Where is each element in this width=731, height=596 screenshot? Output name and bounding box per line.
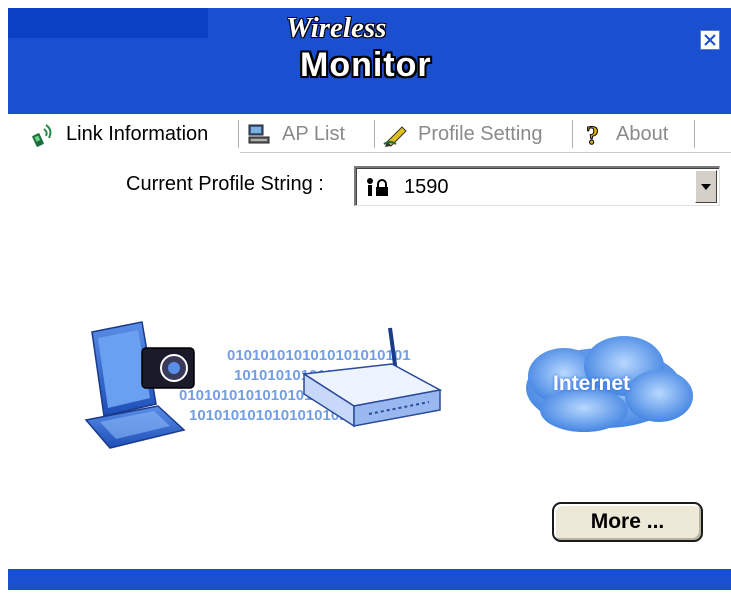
close-button[interactable] <box>700 30 720 50</box>
tab-label: Link Information <box>66 122 209 145</box>
close-icon <box>704 34 716 46</box>
tab-bar: Link Information AP List Profile Setting… <box>22 116 731 152</box>
tab-ap-list[interactable]: AP List <box>246 116 345 152</box>
user-lock-icon <box>367 178 388 196</box>
help-question-icon: ? <box>580 120 608 151</box>
app-title-wireless: Wireless <box>286 12 387 44</box>
tab-divider <box>694 120 695 148</box>
dropdown-button[interactable] <box>695 170 717 203</box>
internet-label: Internet <box>553 372 631 395</box>
tab-divider <box>238 120 239 148</box>
tab-about[interactable]: ? About <box>580 116 669 152</box>
computer-network-icon <box>246 120 274 148</box>
chevron-down-icon <box>701 184 711 190</box>
binary-row: 0101010101010101010101 <box>227 347 411 364</box>
tab-divider <box>374 120 375 148</box>
tab-divider <box>572 120 573 148</box>
profile-value: 1590 <box>404 176 449 198</box>
svg-text:?: ? <box>586 121 599 148</box>
banner-shade <box>8 8 208 38</box>
tab-link-information[interactable]: Link Information <box>30 116 208 152</box>
wireless-monitor-window: Wireless Monitor Link Information AP Lis… <box>0 0 731 596</box>
pencil-icon <box>382 120 410 148</box>
tab-label: Profile Setting <box>418 122 543 145</box>
wireless-signal-icon <box>30 120 58 148</box>
status-bar <box>8 569 731 590</box>
profile-dropdown[interactable]: 1590 <box>354 166 720 206</box>
app-title-monitor: Monitor <box>300 46 432 84</box>
tab-profile-setting[interactable]: Profile Setting <box>382 116 543 152</box>
more-button[interactable]: More ... <box>552 502 703 542</box>
tab-underline <box>240 152 731 153</box>
tab-label: AP List <box>282 122 345 145</box>
profile-label: Current Profile String : <box>126 173 324 195</box>
laptop-icon <box>84 321 195 449</box>
tab-label: About <box>616 122 669 145</box>
